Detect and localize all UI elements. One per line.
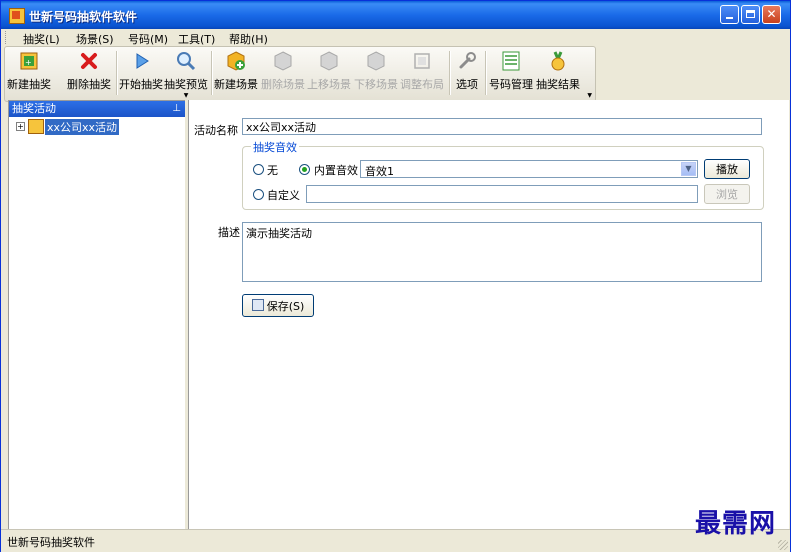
desc-textarea[interactable]: 演示抽奖活动	[242, 222, 762, 282]
activity-form: 活动名称 抽奖音效 无 内置音效 音效1 ▼ 播放 自定义 浏览 描述 演示抽奖…	[188, 100, 789, 529]
move-up-scene-button[interactable]: 上移场景	[307, 50, 351, 92]
start-draw-button[interactable]: 开始抽奖	[119, 50, 163, 92]
maximize-button[interactable]	[741, 5, 760, 24]
wrench-icon	[456, 50, 478, 72]
delete-icon	[78, 50, 100, 72]
move-up-icon	[318, 50, 340, 72]
minimize-icon	[726, 16, 733, 19]
window-title: 世新号码抽软件软件	[29, 10, 138, 24]
move-up-scene-label: 上移场景	[307, 78, 351, 91]
delete-scene-label: 删除场景	[261, 78, 305, 91]
new-draw-label: 新建抽奖	[7, 78, 51, 91]
options-button[interactable]: 选项	[456, 50, 478, 92]
radio-builtin[interactable]	[299, 164, 310, 175]
save-button-label: 保存(S)	[266, 299, 305, 313]
play-button[interactable]: 播放	[704, 159, 750, 179]
new-scene-label: 新建场景	[214, 78, 258, 91]
name-input[interactable]	[242, 118, 762, 135]
number-manage-button[interactable]: 号码管理	[489, 50, 533, 92]
layout-icon	[411, 50, 433, 72]
app-icon	[9, 8, 25, 24]
sound-groupbox: 抽奖音效 无 内置音效 音效1 ▼ 播放 自定义 浏览	[242, 139, 764, 210]
radio-none[interactable]	[253, 164, 264, 175]
radio-custom[interactable]	[253, 189, 264, 200]
menu-tools[interactable]: 工具(T)	[178, 31, 215, 47]
delete-scene-button[interactable]: 删除场景	[261, 50, 305, 92]
tree-item-label[interactable]: xx公司xx活动	[45, 119, 120, 135]
custom-sound-input[interactable]	[306, 185, 698, 203]
move-down-scene-label: 下移场景	[354, 78, 398, 91]
expand-icon[interactable]: +	[16, 122, 25, 131]
radio-none-label: 无	[267, 164, 278, 177]
adjust-layout-label: 调整布局	[400, 78, 444, 91]
delete-draw-button[interactable]: 删除抽奖	[67, 50, 111, 92]
menu-grip	[5, 31, 8, 44]
move-down-scene-button[interactable]: 下移场景	[354, 50, 398, 92]
name-label: 活动名称	[194, 124, 238, 137]
number-manage-label: 号码管理	[489, 78, 533, 91]
save-button[interactable]: 保存(S)	[242, 294, 314, 317]
close-button[interactable]: ✕	[762, 5, 781, 24]
menu-help[interactable]: 帮助(H)	[229, 31, 268, 47]
save-icon	[251, 298, 264, 311]
number-list-icon	[500, 50, 522, 72]
preview-draw-button[interactable]: 抽奖预览 ▼	[164, 50, 208, 99]
activity-icon	[28, 119, 44, 134]
magnifier-icon	[175, 50, 197, 72]
new-draw-icon: +	[18, 50, 40, 72]
builtin-sound-value: 音效1	[365, 165, 394, 178]
menu-scene[interactable]: 场景(S)	[76, 31, 114, 47]
chevron-down-icon[interactable]: ▼	[681, 162, 696, 176]
adjust-layout-button[interactable]: 调整布局	[400, 50, 444, 92]
maximize-icon	[746, 10, 755, 18]
options-label: 选项	[456, 78, 478, 91]
svg-text:+: +	[25, 58, 32, 67]
desc-label: 描述	[218, 226, 240, 239]
watermark: 最需网	[694, 509, 776, 539]
panel-title: 抽奖活动	[12, 102, 56, 115]
radio-custom-label: 自定义	[267, 189, 300, 202]
new-scene-button[interactable]: 新建场景	[214, 50, 258, 92]
delete-draw-label: 删除抽奖	[67, 78, 111, 91]
draw-result-button[interactable]: 抽奖结果	[536, 50, 580, 92]
minimize-button[interactable]	[720, 5, 739, 24]
resize-grip-icon[interactable]	[778, 540, 788, 550]
toolbar-separator	[485, 51, 487, 95]
sound-group-title: 抽奖音效	[251, 139, 299, 155]
preview-draw-label: 抽奖预览	[164, 78, 208, 91]
radio-builtin-label: 内置音效	[314, 164, 358, 177]
move-down-icon	[365, 50, 387, 72]
close-icon: ✕	[766, 7, 777, 21]
toolbar-separator	[211, 51, 213, 95]
panel-header: 抽奖活动 ⊥	[9, 101, 185, 117]
dropdown-arrow-icon[interactable]: ▼	[164, 93, 208, 99]
menu-bar: 抽奖(L) 场景(S) 号码(M) 工具(T) 帮助(H)	[1, 29, 790, 46]
menu-draw[interactable]: 抽奖(L)	[23, 31, 60, 47]
pin-icon[interactable]: ⊥	[172, 101, 181, 117]
toolbar: + 新建抽奖 删除抽奖 开始抽奖 抽奖预览 ▼ 新建场景 删除场景 上移场景 下…	[4, 46, 596, 102]
status-bar: 世新号码抽奖软件	[1, 529, 790, 552]
browse-button[interactable]: 浏览	[704, 184, 750, 204]
medal-icon	[547, 50, 569, 72]
menu-number[interactable]: 号码(M)	[128, 31, 168, 47]
activity-panel: 抽奖活动 ⊥ + xx公司xx活动	[8, 100, 186, 531]
start-draw-label: 开始抽奖	[119, 78, 163, 91]
draw-result-label: 抽奖结果	[536, 78, 580, 91]
delete-scene-icon	[272, 50, 294, 72]
tree-item[interactable]: + xx公司xx活动	[9, 118, 185, 135]
toolbar-overflow-icon[interactable]: ▼	[587, 92, 592, 99]
new-scene-icon	[225, 50, 247, 72]
app-window: 世新号码抽软件软件 ✕ 抽奖(L) 场景(S) 号码(M) 工具(T) 帮助(H…	[0, 0, 791, 552]
title-bar[interactable]: 世新号码抽软件软件 ✕	[1, 1, 790, 29]
builtin-sound-select[interactable]: 音效1 ▼	[360, 160, 698, 178]
toolbar-separator	[449, 51, 451, 95]
new-draw-button[interactable]: + 新建抽奖	[7, 50, 51, 92]
toolbar-separator	[116, 51, 118, 95]
play-icon	[130, 50, 152, 72]
status-text: 世新号码抽奖软件	[7, 536, 95, 549]
